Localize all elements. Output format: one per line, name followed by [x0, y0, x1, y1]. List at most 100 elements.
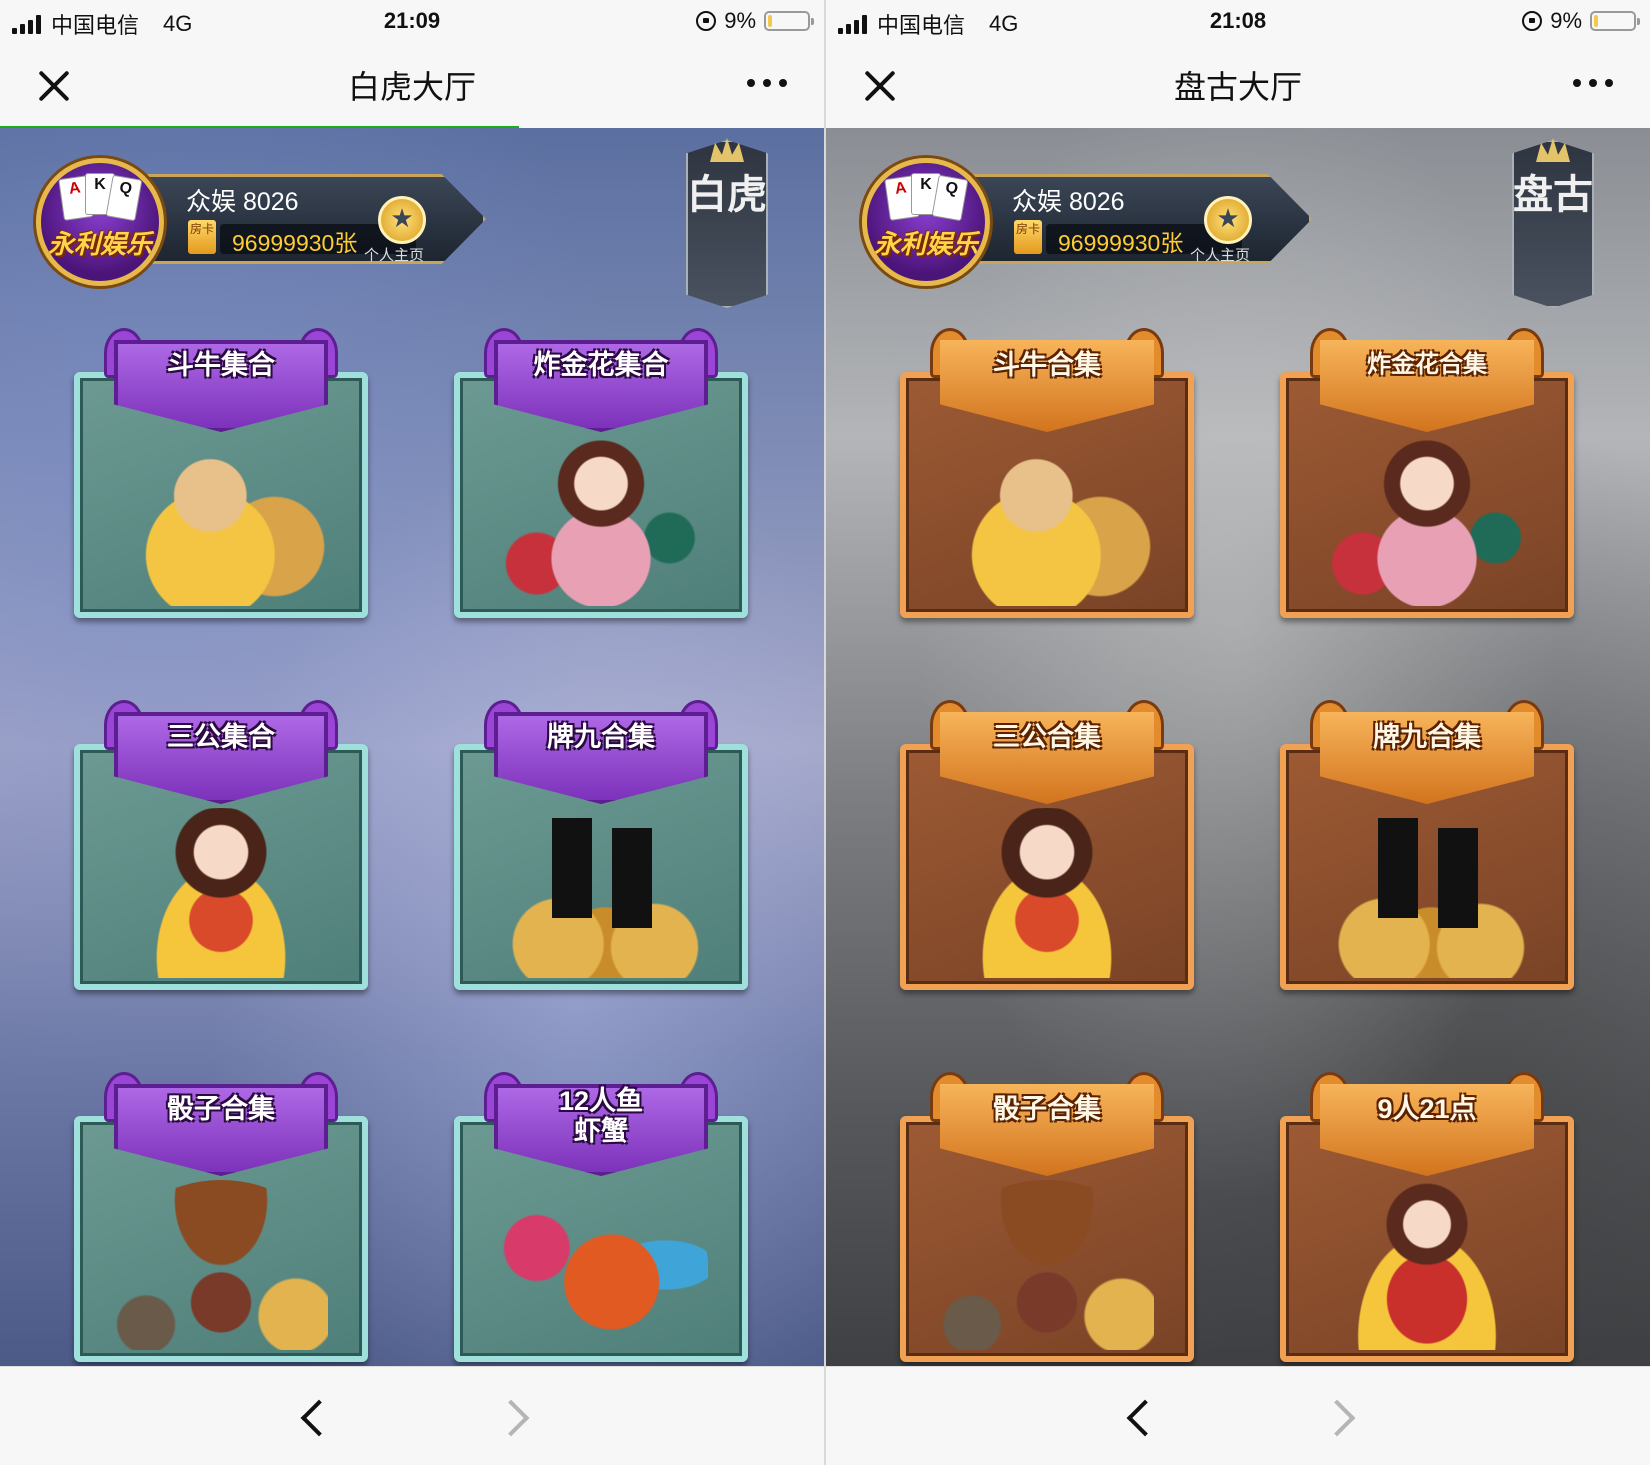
back-button[interactable] [296, 1397, 332, 1437]
status-right: 9% [1522, 8, 1640, 34]
more-options-button[interactable] [1566, 68, 1620, 98]
crown-icon [1536, 138, 1570, 162]
game-label: 斗牛集合 [167, 350, 275, 380]
game-tile-blackjack[interactable]: 9人21点 [1280, 1072, 1574, 1362]
game-label: 9人21点 [1377, 1094, 1477, 1124]
game-lobby: A K Q 永利娱乐 众娱 8026 房卡 96999930张 个人主页 白虎 [0, 128, 824, 1366]
bull-icon [114, 436, 328, 606]
game-label: 斗牛合集 [993, 350, 1101, 380]
tile-label-plate: 9人21点 [1310, 1072, 1544, 1180]
phone-screen-baihu: 中国电信 4G 21:09 9% 白虎大厅 A K Q 永利娱乐 众娱 8026… [0, 0, 824, 1465]
cowgirl-icon [940, 1180, 1154, 1350]
medal-star-icon [378, 196, 426, 244]
game-label: 骰子合集 [167, 1094, 275, 1124]
logo-text: 永利娱乐 [873, 229, 978, 259]
tile-label-plate: 牌九合集 [1310, 700, 1544, 808]
back-button[interactable] [1122, 1397, 1158, 1437]
tile-label-plate: 牌九合集 [484, 700, 718, 808]
logo-card: Q [105, 174, 143, 222]
game-label: 炸金花合集 [1367, 351, 1487, 378]
hall-banner [686, 140, 768, 308]
page-title: 白虎大厅 [347, 69, 476, 105]
phone-screen-pangu: 中国电信 4G 21:08 9% 盘古大厅 A K Q 永利娱乐 众娱 8026… [826, 0, 1650, 1465]
room-card-count: 96999930张 [1058, 230, 1184, 256]
cowgirl-icon [114, 1180, 328, 1350]
medal-star-icon [1204, 196, 1252, 244]
game-tile-sangong[interactable]: 三公集合 [74, 700, 368, 990]
player-name: 众娱 8026 [1012, 188, 1125, 216]
tile-label-plate: 斗牛集合 [104, 328, 338, 436]
game-tile-dice[interactable]: 骰子合集 [900, 1072, 1194, 1362]
game-label: 12人鱼虾蟹 [558, 1086, 644, 1146]
nav-bar: 白虎大厅 [0, 42, 824, 128]
girl-icon [114, 808, 328, 978]
game-tile-zhajinhua[interactable]: 炸金花集合 [454, 328, 748, 618]
battery-icon [1590, 11, 1640, 31]
tile-label-plate: 骰子合集 [930, 1072, 1164, 1180]
rotation-lock-icon [1522, 11, 1543, 31]
status-bar: 中国电信 4G 21:08 9% [826, 0, 1650, 42]
logo-text: 永利娱乐 [47, 229, 152, 259]
rotation-lock-icon [696, 11, 717, 31]
tile-label-plate: 炸金花集合 [484, 328, 718, 436]
game-label: 炸金花集合 [533, 350, 669, 380]
hall-banner [1512, 140, 1594, 308]
girl-icon [494, 436, 708, 606]
tile-label-plate: 斗牛合集 [930, 328, 1164, 436]
game-tile-douniu[interactable]: 斗牛集合 [74, 328, 368, 618]
club-logo: A K Q 永利娱乐 [36, 158, 164, 286]
nav-bar: 盘古大厅 [826, 42, 1650, 128]
hall-banner-text: 盘古 [1513, 171, 1593, 218]
forward-button[interactable] [496, 1397, 532, 1437]
game-tile-sangong[interactable]: 三公合集 [900, 700, 1194, 990]
tile-label-plate: 炸金花合集 [1310, 328, 1544, 436]
tile-label-plate: 12人鱼虾蟹 [484, 1072, 718, 1180]
page-title: 盘古大厅 [1173, 69, 1302, 105]
crown-icon [710, 138, 744, 162]
homepage-label: 个人主页 [1190, 247, 1251, 264]
game-label: 三公合集 [993, 722, 1101, 752]
logo-cards-icon: A K Q [884, 173, 969, 222]
girl-icon [1320, 436, 1534, 606]
more-options-button[interactable] [740, 68, 794, 98]
browser-toolbar [0, 1366, 824, 1465]
status-bar: 中国电信 4G 21:09 9% [0, 0, 824, 42]
tile-label-plate: 三公合集 [930, 700, 1164, 808]
game-label: 三公集合 [167, 722, 275, 752]
club-logo: A K Q 永利娱乐 [862, 158, 990, 286]
homepage-label: 个人主页 [364, 247, 425, 264]
room-card-count: 96999930张 [232, 230, 358, 256]
domino-icon [494, 808, 708, 978]
room-card-badge: 房卡 [188, 220, 216, 254]
player-profile-plate: A K Q 永利娱乐 众娱 8026 房卡 96999930张 个人主页 [36, 158, 492, 286]
domino-icon [1320, 808, 1534, 978]
game-tile-paijiu[interactable]: 牌九合集 [1280, 700, 1574, 990]
game-label: 骰子合集 [993, 1094, 1101, 1124]
battery-percent: 9% [1550, 8, 1582, 33]
game-lobby: A K Q 永利娱乐 众娱 8026 房卡 96999930张 个人主页 盘古 [826, 128, 1650, 1366]
logo-cards-icon: A K Q [58, 173, 143, 222]
player-name: 众娱 8026 [186, 188, 299, 216]
forward-button[interactable] [1322, 1397, 1358, 1437]
game-tile-fish-shrimp-crab[interactable]: 12人鱼虾蟹 [454, 1072, 748, 1362]
battery-icon [764, 11, 814, 31]
tile-label-plate: 三公集合 [104, 700, 338, 808]
status-right: 9% [696, 8, 814, 34]
room-card-badge: 房卡 [1014, 220, 1042, 254]
personal-homepage-button[interactable]: 个人主页 [364, 196, 432, 264]
girl-icon [940, 808, 1154, 978]
qipao-girl-icon [1320, 1180, 1534, 1350]
bull-icon [940, 436, 1154, 606]
crab-icon [494, 1180, 708, 1350]
personal-homepage-button[interactable]: 个人主页 [1190, 196, 1258, 264]
game-tile-douniu[interactable]: 斗牛合集 [900, 328, 1194, 618]
game-label: 牌九合集 [1373, 722, 1481, 752]
game-label: 牌九合集 [547, 722, 655, 752]
browser-toolbar [826, 1366, 1650, 1465]
game-tile-paijiu[interactable]: 牌九合集 [454, 700, 748, 990]
game-tile-dice[interactable]: 骰子合集 [74, 1072, 368, 1362]
game-tile-zhajinhua[interactable]: 炸金花合集 [1280, 328, 1574, 618]
tile-label-plate: 骰子合集 [104, 1072, 338, 1180]
battery-percent: 9% [724, 8, 756, 33]
player-profile-plate: A K Q 永利娱乐 众娱 8026 房卡 96999930张 个人主页 [862, 158, 1318, 286]
